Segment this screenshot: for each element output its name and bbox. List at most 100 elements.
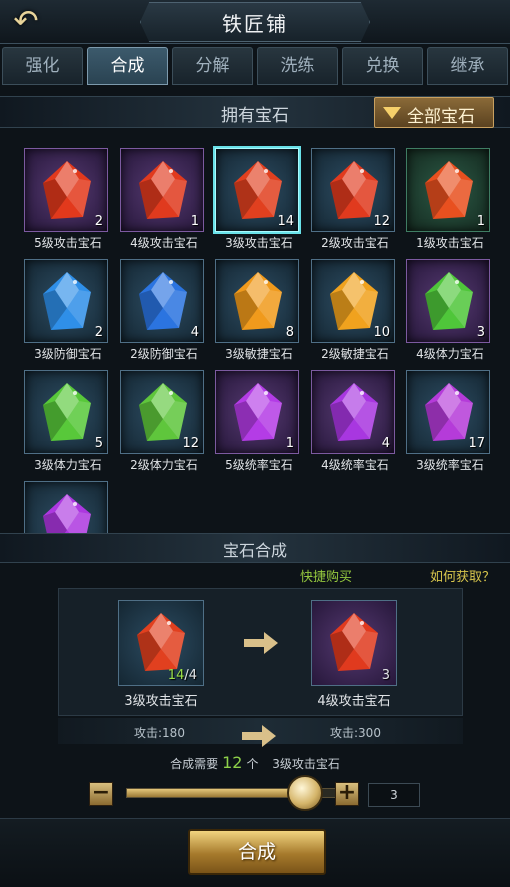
gem-name: 5级统率宝石	[225, 458, 293, 472]
gem-icon	[43, 383, 91, 441]
gem-cell[interactable]: 3 4级体力宝石	[402, 249, 498, 367]
gem-slot[interactable]: 4	[120, 259, 204, 343]
need-item: 3级攻击宝石	[272, 757, 340, 771]
gem-cell[interactable]: 2 5级攻击宝石	[20, 138, 116, 256]
gem-icon	[330, 383, 378, 441]
quick-buy-link[interactable]: 快捷购买	[300, 566, 352, 585]
compose-arrow-icon	[244, 632, 278, 654]
slider-fill	[127, 789, 304, 797]
need-prefix: 合成需要	[170, 757, 219, 771]
gem-name: 2级体力宝石	[130, 458, 198, 472]
gem-icon	[139, 161, 187, 219]
tab-inherit[interactable]: 继承	[427, 47, 508, 85]
tab-compose[interactable]: 合成	[87, 47, 168, 85]
gem-count: 12	[182, 436, 199, 451]
source-gem-icon	[137, 613, 185, 671]
gem-icon	[234, 383, 282, 441]
gem-cell[interactable]: 4 4级统率宝石	[307, 360, 403, 478]
gem-count: 12	[373, 214, 390, 229]
gem-cell[interactable]: 4 2级防御宝石	[116, 249, 212, 367]
gem-count: 4	[190, 325, 199, 340]
gem-icon	[43, 494, 91, 533]
gem-slot[interactable]: 2	[24, 259, 108, 343]
requirement-line: 合成需要 12 个 3级攻击宝石	[0, 753, 510, 772]
gem-grid: 2 5级攻击宝石 1 4级攻击宝石 14 3级攻击宝石 12 2级攻击宝石 1 1级攻击宝石 2 3级…	[0, 138, 510, 533]
increase-button[interactable]: +	[335, 782, 359, 806]
stat-arrow-icon	[242, 725, 276, 747]
gem-cell[interactable]: 17 3级统率宝石	[402, 360, 498, 478]
tab-exchange[interactable]: 兑换	[342, 47, 423, 85]
tab-bar: 强化 合成 分解 洗练 兑换 继承	[0, 47, 510, 87]
compose-button[interactable]: 合成	[188, 829, 326, 875]
gem-count: 1	[285, 436, 294, 451]
gem-count: 17	[468, 436, 485, 451]
gem-count: 5	[94, 436, 103, 451]
source-gem-name: 3级攻击宝石	[124, 694, 198, 709]
decrease-button[interactable]: −	[89, 782, 113, 806]
target-gem-slot[interactable]: 3	[311, 600, 397, 686]
gem-icon	[425, 161, 473, 219]
tab-refine[interactable]: 洗练	[257, 47, 338, 85]
need-unit: 个	[246, 757, 259, 771]
back-arrow-icon[interactable]: ↶	[6, 6, 46, 38]
gem-slot[interactable]: 4	[311, 370, 395, 454]
slider-knob[interactable]	[286, 775, 323, 811]
gem-cell[interactable]: 1 5级统率宝石	[211, 360, 307, 478]
need-number: 12	[222, 753, 243, 772]
gem-count: 2	[94, 214, 103, 229]
gem-cell[interactable]: 2 3级防御宝石	[20, 249, 116, 367]
target-attack-stat: 攻击:300	[330, 726, 381, 740]
tab-strengthen[interactable]: 强化	[2, 47, 83, 85]
gem-count: 1	[476, 214, 485, 229]
gem-count: 4	[381, 436, 390, 451]
gem-icon	[43, 161, 91, 219]
gem-slot[interactable]: 1	[215, 370, 299, 454]
filter-label: 全部宝石	[407, 107, 475, 127]
gem-cell[interactable]	[20, 471, 116, 533]
gem-slot[interactable]: 5	[24, 370, 108, 454]
gem-icon	[43, 272, 91, 330]
gem-cell[interactable]: 14 3级攻击宝石	[211, 138, 307, 256]
gem-icon	[234, 272, 282, 330]
gem-count: 2	[94, 325, 103, 340]
gem-slot[interactable]: 12	[311, 148, 395, 232]
gem-name: 4级统率宝石	[321, 458, 389, 472]
target-gem-icon	[330, 613, 378, 671]
gem-icon	[425, 272, 473, 330]
gem-slot[interactable]: 17	[406, 370, 490, 454]
gem-slot[interactable]: 14	[215, 148, 299, 232]
gem-cell[interactable]: 5 3级体力宝石	[20, 360, 116, 478]
gem-slot[interactable]: 3	[406, 259, 490, 343]
gem-cell[interactable]: 12 2级攻击宝石	[307, 138, 403, 256]
gem-slot[interactable]: 10	[311, 259, 395, 343]
how-to-get-link[interactable]: 如何获取？	[430, 566, 495, 585]
page-title: 铁匠铺	[222, 12, 288, 36]
gem-slot[interactable]: 2	[24, 148, 108, 232]
gem-icon	[139, 272, 187, 330]
gem-slot[interactable]: 8	[215, 259, 299, 343]
gem-slot[interactable]	[24, 481, 108, 533]
tab-decompose[interactable]: 分解	[172, 47, 253, 85]
gem-slot[interactable]: 12	[120, 370, 204, 454]
gem-cell[interactable]: 12 2级体力宝石	[116, 360, 212, 478]
gem-cell[interactable]: 8 3级敏捷宝石	[211, 249, 307, 367]
gem-slot[interactable]: 1	[406, 148, 490, 232]
gem-count: 8	[285, 325, 294, 340]
source-gem-ratio: 14/4	[167, 668, 197, 683]
quantity-input[interactable]: 3	[368, 783, 420, 807]
gem-filter-dropdown[interactable]: 全部宝石	[374, 97, 494, 128]
compose-title: 宝石合成	[222, 541, 287, 560]
gem-count: 3	[476, 325, 485, 340]
gem-cell[interactable]: 1 1级攻击宝石	[402, 138, 498, 256]
gem-count: 10	[373, 325, 390, 340]
source-attack-stat: 攻击:180	[134, 726, 185, 740]
gem-slot[interactable]: 1	[120, 148, 204, 232]
gem-count: 1	[190, 214, 199, 229]
gem-count: 14	[277, 214, 294, 229]
target-gem-count: 3	[381, 668, 390, 683]
target-gem-name: 4级攻击宝石	[317, 694, 391, 709]
source-gem-slot[interactable]: 14/4	[118, 600, 204, 686]
gem-cell[interactable]: 10 2级敏捷宝石	[307, 249, 403, 367]
dropdown-arrow-icon	[383, 107, 401, 119]
gem-cell[interactable]: 1 4级攻击宝石	[116, 138, 212, 256]
